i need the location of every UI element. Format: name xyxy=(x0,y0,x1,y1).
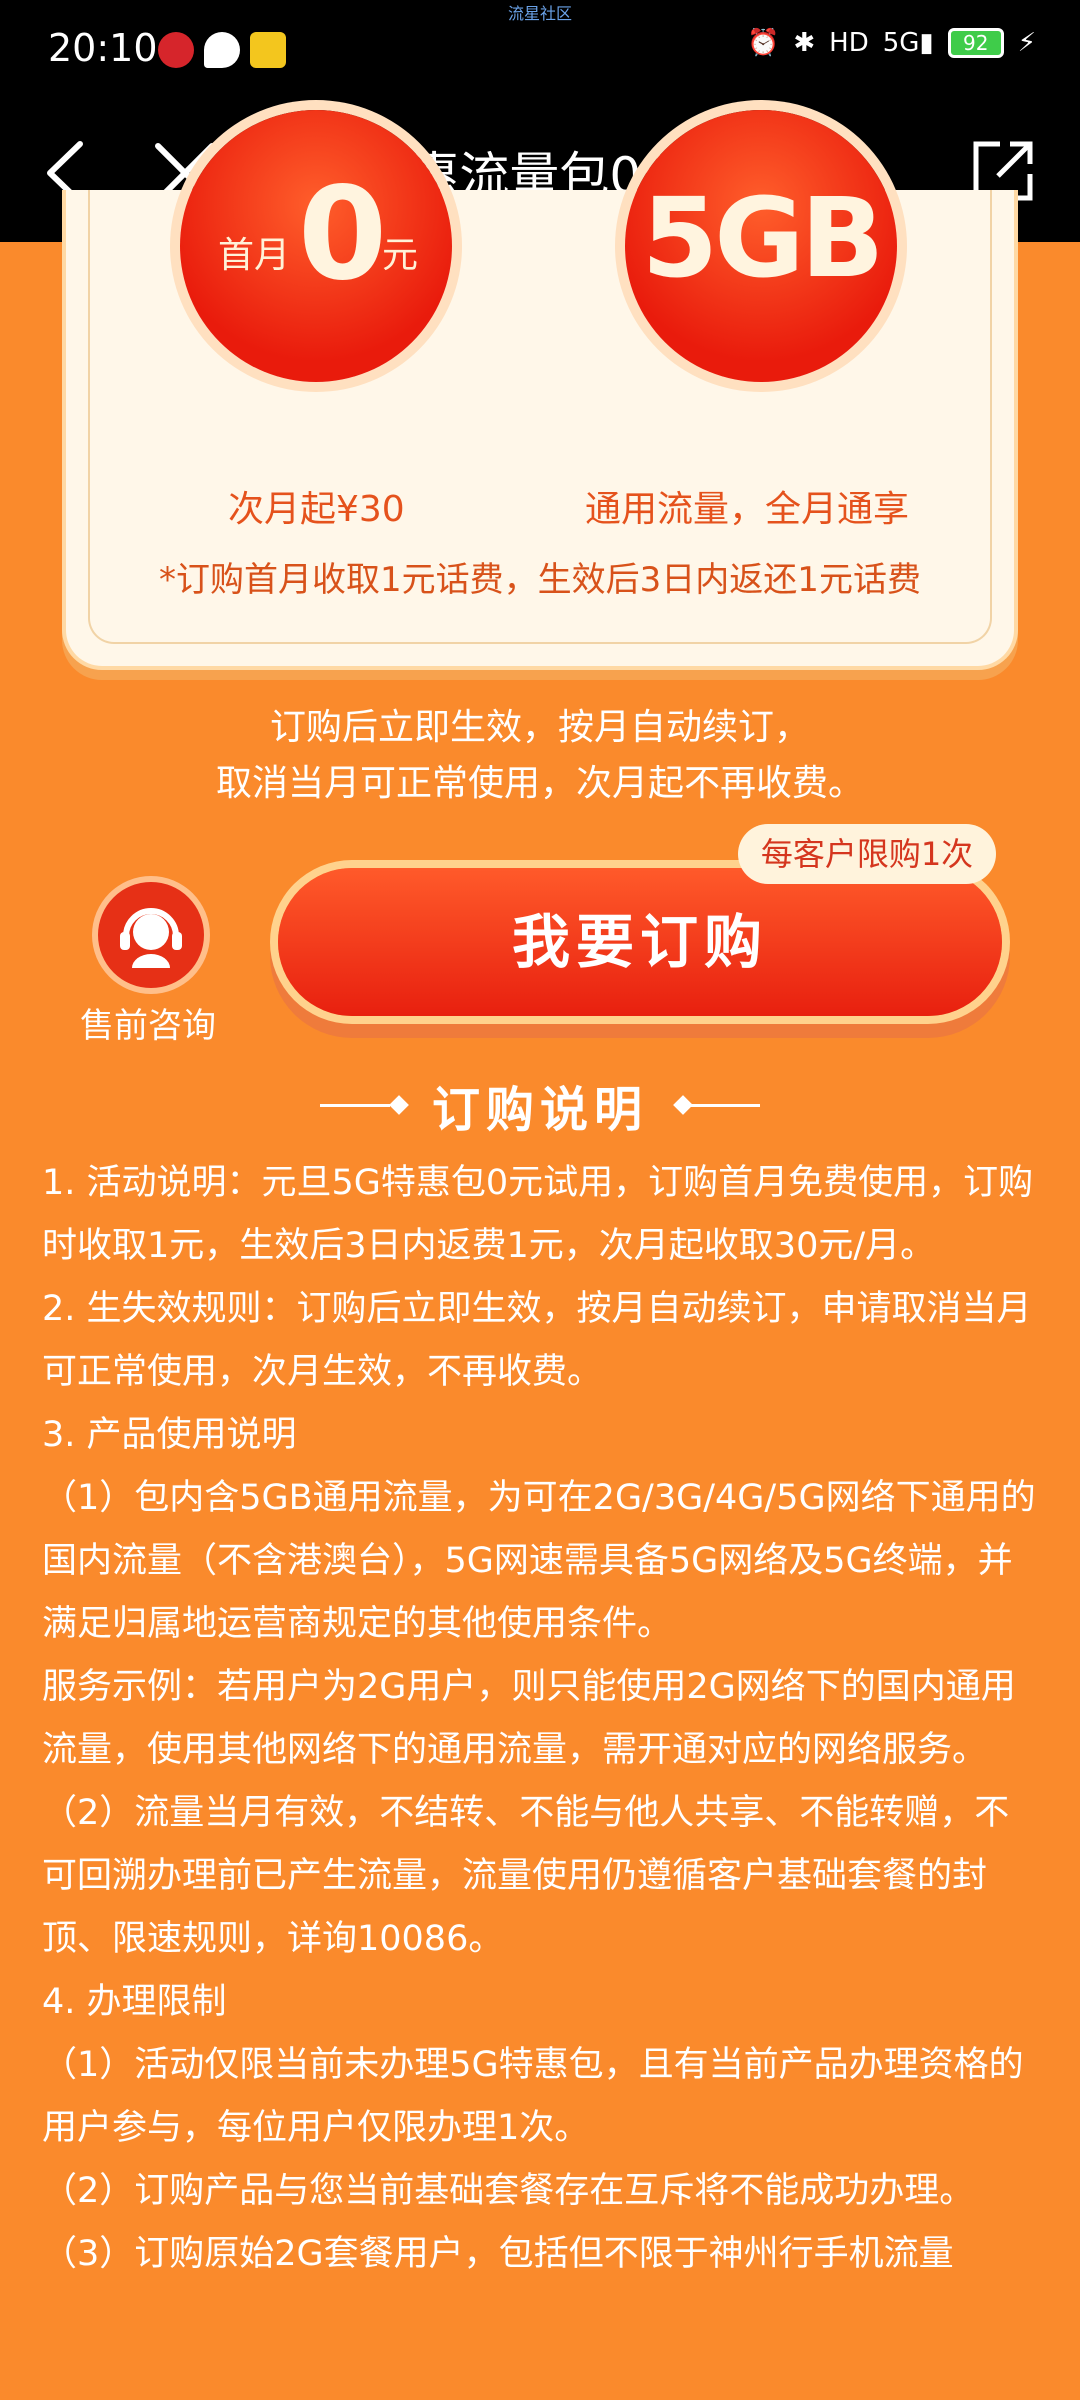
rule-item: （3）订购原始2G套餐用户，包括但不限于神州行手机流量 xyxy=(42,2234,954,2274)
instructions-body: 1. 活动说明：元旦5G特惠包0元试用，订购首月免费使用，订购时收取1元，生效后… xyxy=(42,1152,1042,2286)
rule-item: （1）活动仅限当前未办理5G特惠包，且有当前产品办理资格的用户参与，每位用户仅限… xyxy=(42,2045,1024,2148)
renewal-info: 订购后立即生效，按月自动续订， 取消当月可正常使用，次月起不再收费。 xyxy=(0,700,1080,812)
chat-bubble-icon xyxy=(204,32,240,68)
subscribe-button[interactable]: 我要订购 xyxy=(278,868,1002,1016)
data-description: 通用流量，全月通享 xyxy=(585,489,910,530)
data-amount: 5GB xyxy=(641,174,885,302)
yuan-label: 元 xyxy=(382,235,419,276)
rule-item: （1）包内含5GB通用流量，为可在2G/3G/4G/5G网络下通用的国内流量（不… xyxy=(42,1478,1036,1644)
battery-icon: 92 xyxy=(947,28,1004,58)
status-bar: 流星社区 20:10 ⏰ ✱ HD 5G▮ 92 ⚡ xyxy=(0,0,1080,100)
5g-signal-icon: 5G▮ xyxy=(882,28,934,58)
watermark: 流星社区 xyxy=(507,4,572,23)
app-notification-icon xyxy=(250,32,286,68)
bluetooth-icon: ✱ xyxy=(793,28,816,58)
rule-item: （2）订购产品与您当前基础套餐存在互斥将不能成功办理。 xyxy=(42,2171,975,2211)
rule-item: 1. 活动说明：元旦5G特惠包0元试用，订购首月免费使用，订购时收取1元，生效后… xyxy=(42,1163,1034,1266)
customer-service-icon[interactable] xyxy=(98,882,204,988)
zero-price: 0 xyxy=(298,160,388,309)
consult-label[interactable]: 售前咨询 xyxy=(80,998,216,1047)
purchase-limit-badge: 每客户限购1次 xyxy=(738,824,996,884)
first-month-free-badge: 首月 0 元 xyxy=(180,110,452,382)
charging-icon: ⚡ xyxy=(1017,28,1036,58)
netease-music-icon xyxy=(158,32,194,68)
rule-item: 服务示例：若用户为2G用户，则只能使用2G网络下的国内通用流量，使用其他网络下的… xyxy=(42,1667,1016,1770)
title-decoration-right xyxy=(690,1104,760,1107)
card-note: *订购首月收取1元话费，生效后3日内返还1元话费 xyxy=(159,560,921,600)
next-month-price: 次月起¥30 xyxy=(228,489,405,530)
renewal-line-1: 订购后立即生效，按月自动续订， xyxy=(269,707,810,748)
status-time: 20:10 xyxy=(48,26,158,70)
rule-item: 2. 生失效规则：订购后立即生效，按月自动续订，申请取消当月可正常使用，次月生效… xyxy=(42,1289,1032,1392)
rule-item: （2）流量当月有效，不结转、不能与他人共享、不能转赠，不可回溯办理前已产生流量，… xyxy=(42,1793,1010,1959)
rule-item: 3. 产品使用说明 xyxy=(42,1415,297,1455)
renewal-line-2: 取消当月可正常使用，次月起不再收费。 xyxy=(215,763,864,804)
status-icons: ⏰ ✱ HD 5G▮ 92 ⚡ xyxy=(747,28,1036,58)
hd-icon: HD xyxy=(829,28,869,58)
data-amount-badge: 5GB xyxy=(625,110,897,382)
rule-item: 4. 办理限制 xyxy=(42,1982,227,2022)
first-month-label: 首月 xyxy=(218,235,291,276)
headset-icon xyxy=(120,908,182,968)
alarm-icon: ⏰ xyxy=(746,28,780,58)
instructions-title: 订购说明 xyxy=(431,1082,648,1138)
